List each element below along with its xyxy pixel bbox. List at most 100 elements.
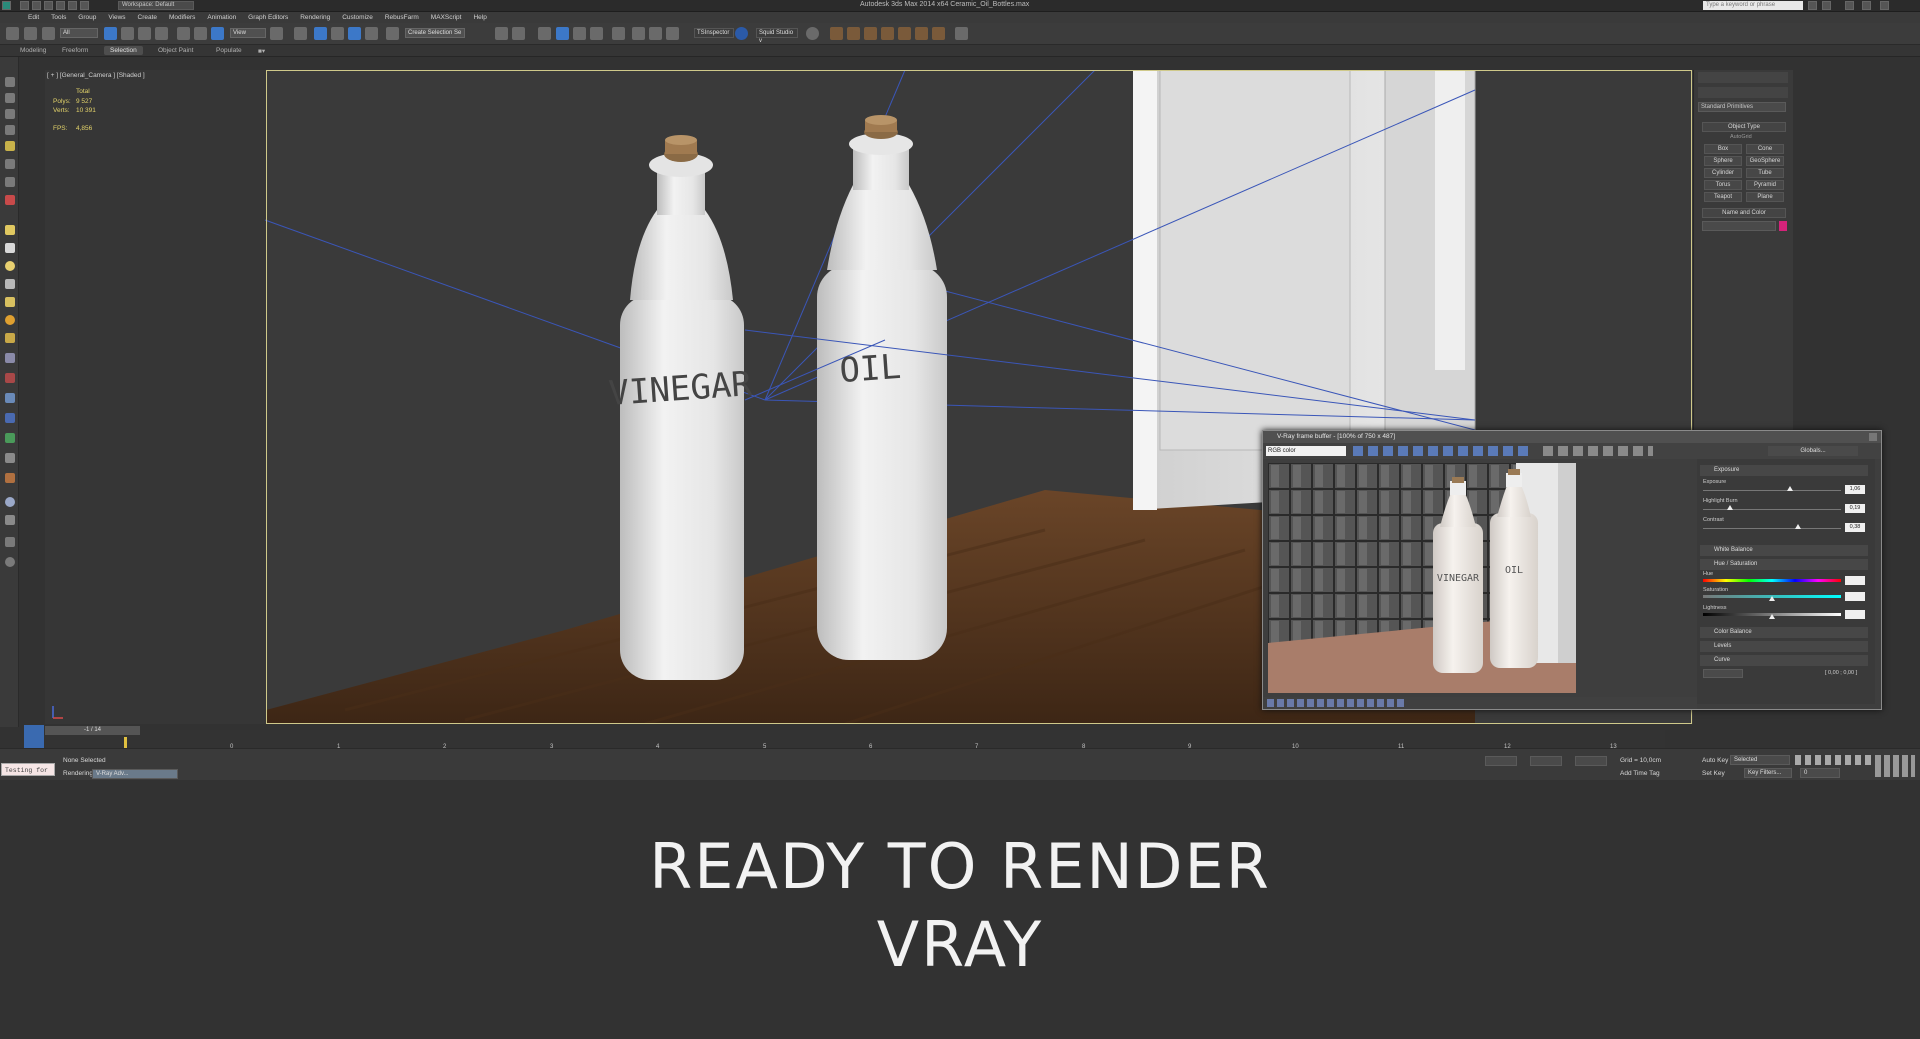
render-sphere-icon[interactable] — [5, 497, 15, 507]
redo-button[interactable] — [24, 27, 37, 40]
auto-key-button[interactable]: Auto Key — [1702, 757, 1728, 764]
globals-button[interactable]: Globals... — [1768, 446, 1858, 456]
menu-tools[interactable]: Tools — [51, 12, 66, 23]
foliage-icon[interactable] — [5, 433, 15, 443]
menu-modifiers[interactable]: Modifiers — [169, 12, 195, 23]
tab-selection[interactable]: Selection — [104, 46, 143, 55]
modify-icon[interactable] — [5, 93, 15, 103]
reference-coordinate-dropdown[interactable]: View — [230, 28, 266, 38]
cylinder-button[interactable]: Cylinder — [1704, 168, 1742, 178]
open-file-icon[interactable] — [32, 1, 41, 10]
exposure-value[interactable]: 1,06 — [1845, 485, 1865, 494]
vfb-render-buttons[interactable] — [1543, 446, 1653, 456]
spacewarp-icon[interactable] — [5, 333, 15, 343]
curve-editor-icon[interactable] — [573, 27, 586, 40]
highlight-burn-slider[interactable] — [1703, 509, 1841, 510]
geosphere-button[interactable]: GeoSphere — [1746, 156, 1784, 166]
percent-snap-icon[interactable] — [348, 27, 361, 40]
menu-rebusfarm[interactable]: RebusFarm — [385, 12, 419, 23]
autogrid-checkbox[interactable]: AutoGrid — [1730, 134, 1752, 140]
hierarchy-icon[interactable] — [5, 109, 15, 119]
channel-dropdown[interactable]: RGB color — [1266, 446, 1346, 456]
menu-help[interactable]: Help — [473, 12, 486, 23]
saturation-thumb[interactable] — [1769, 596, 1775, 601]
lightness-thumb[interactable] — [1769, 614, 1775, 619]
qk-icon[interactable] — [735, 27, 748, 40]
time-marker[interactable] — [124, 737, 127, 748]
viewport-nav-controls[interactable] — [1875, 755, 1915, 777]
info-icon[interactable] — [5, 557, 15, 567]
spinner-snap-icon[interactable] — [365, 27, 378, 40]
menu-rendering[interactable]: Rendering — [300, 12, 330, 23]
y-coordinate-field[interactable] — [1530, 756, 1562, 766]
pyramid-button[interactable]: Pyramid — [1746, 180, 1784, 190]
teapot-button[interactable]: Teapot — [1704, 192, 1742, 202]
named-selection-dropdown[interactable]: Create Selection Se — [405, 28, 465, 38]
scale-icon[interactable] — [211, 27, 224, 40]
sun-icon[interactable] — [5, 315, 15, 325]
exposure-slider-thumb[interactable] — [1787, 486, 1793, 491]
vray-frame-buffer-window[interactable]: V-Ray frame buffer - [100% of 750 x 487]… — [1262, 430, 1882, 710]
selection-filter-dropdown[interactable]: All — [60, 28, 98, 38]
highlight-burn-thumb[interactable] — [1727, 505, 1733, 510]
cone-button[interactable]: Cone — [1746, 144, 1784, 154]
edit-named-selection-icon[interactable] — [386, 27, 399, 40]
vfb-bottom-buttons[interactable] — [1267, 699, 1407, 707]
display-icon[interactable] — [5, 141, 15, 151]
link-icon[interactable] — [42, 27, 55, 40]
key-mode-dropdown[interactable]: Selected — [1730, 755, 1790, 765]
shape-icon[interactable] — [5, 243, 15, 253]
vray-sun-icon[interactable] — [847, 27, 860, 40]
object-type-rollout[interactable]: Object Type — [1702, 122, 1786, 132]
x-coordinate-field[interactable] — [1485, 756, 1517, 766]
lightness-value[interactable] — [1845, 610, 1865, 619]
scene-icon[interactable] — [5, 177, 15, 187]
vfb-close-icon[interactable] — [1869, 433, 1877, 441]
align-icon[interactable] — [512, 27, 525, 40]
contrast-value[interactable]: 0,38 — [1845, 523, 1865, 532]
plane-button[interactable]: Plane — [1746, 192, 1784, 202]
vray-fur-icon[interactable] — [898, 27, 911, 40]
hue-value[interactable] — [1845, 576, 1865, 585]
playback-controls[interactable] — [1795, 755, 1875, 765]
levels-section[interactable]: Levels — [1700, 641, 1868, 652]
menu-views[interactable]: Views — [108, 12, 125, 23]
tab-freeform[interactable]: Freeform — [56, 46, 94, 55]
select-manipulate-icon[interactable] — [294, 27, 307, 40]
menu-group[interactable]: Group — [78, 12, 96, 23]
window-crossing-icon[interactable] — [155, 27, 168, 40]
app-logo-icon[interactable] — [2, 1, 11, 10]
key-filters-button[interactable]: Key Filters... — [1744, 768, 1792, 778]
vray-sphere-icon[interactable] — [932, 27, 945, 40]
hue-slider[interactable] — [1703, 579, 1841, 582]
vfb-channel-buttons[interactable] — [1353, 446, 1533, 456]
tab-object-paint[interactable]: Object Paint — [152, 46, 199, 55]
vray-dome-icon[interactable] — [864, 27, 877, 40]
sphere-icon[interactable] — [5, 261, 15, 271]
mirror-icon[interactable] — [495, 27, 508, 40]
add-time-tag[interactable]: Add Time Tag — [1620, 770, 1660, 777]
menu-create[interactable]: Create — [138, 12, 158, 23]
camera-icon[interactable] — [5, 279, 15, 289]
dynamics-icon[interactable] — [5, 393, 15, 403]
saturation-value[interactable] — [1845, 592, 1865, 601]
create-category-icons[interactable] — [1698, 87, 1788, 98]
hue-saturation-section[interactable]: Hue / Saturation — [1700, 559, 1868, 570]
tools-icon[interactable] — [5, 453, 15, 463]
motion-icon[interactable] — [5, 125, 15, 135]
mini-curve-editor-icon[interactable] — [24, 725, 44, 748]
menu-maxscript[interactable]: MAXScript — [431, 12, 462, 23]
curve-section[interactable]: Curve — [1700, 655, 1868, 666]
select-object-icon[interactable] — [104, 27, 117, 40]
new-file-icon[interactable] — [20, 1, 29, 10]
highlight-burn-value[interactable]: 0,19 — [1845, 504, 1865, 513]
ts-inspector-button[interactable]: TSInspector — [694, 28, 734, 38]
object-name-input[interactable] — [1702, 221, 1776, 231]
menu-customize[interactable]: Customize — [342, 12, 373, 23]
viewport-label[interactable]: [ + ] [General_Camera ] [Shaded ] — [47, 72, 145, 79]
object-color-swatch[interactable] — [1779, 221, 1787, 231]
color-balance-section[interactable]: Color Balance — [1700, 627, 1868, 638]
current-frame-field[interactable]: 0 — [1800, 768, 1840, 778]
menu-edit[interactable]: Edit — [28, 12, 39, 23]
torus-button[interactable]: Torus — [1704, 180, 1742, 190]
